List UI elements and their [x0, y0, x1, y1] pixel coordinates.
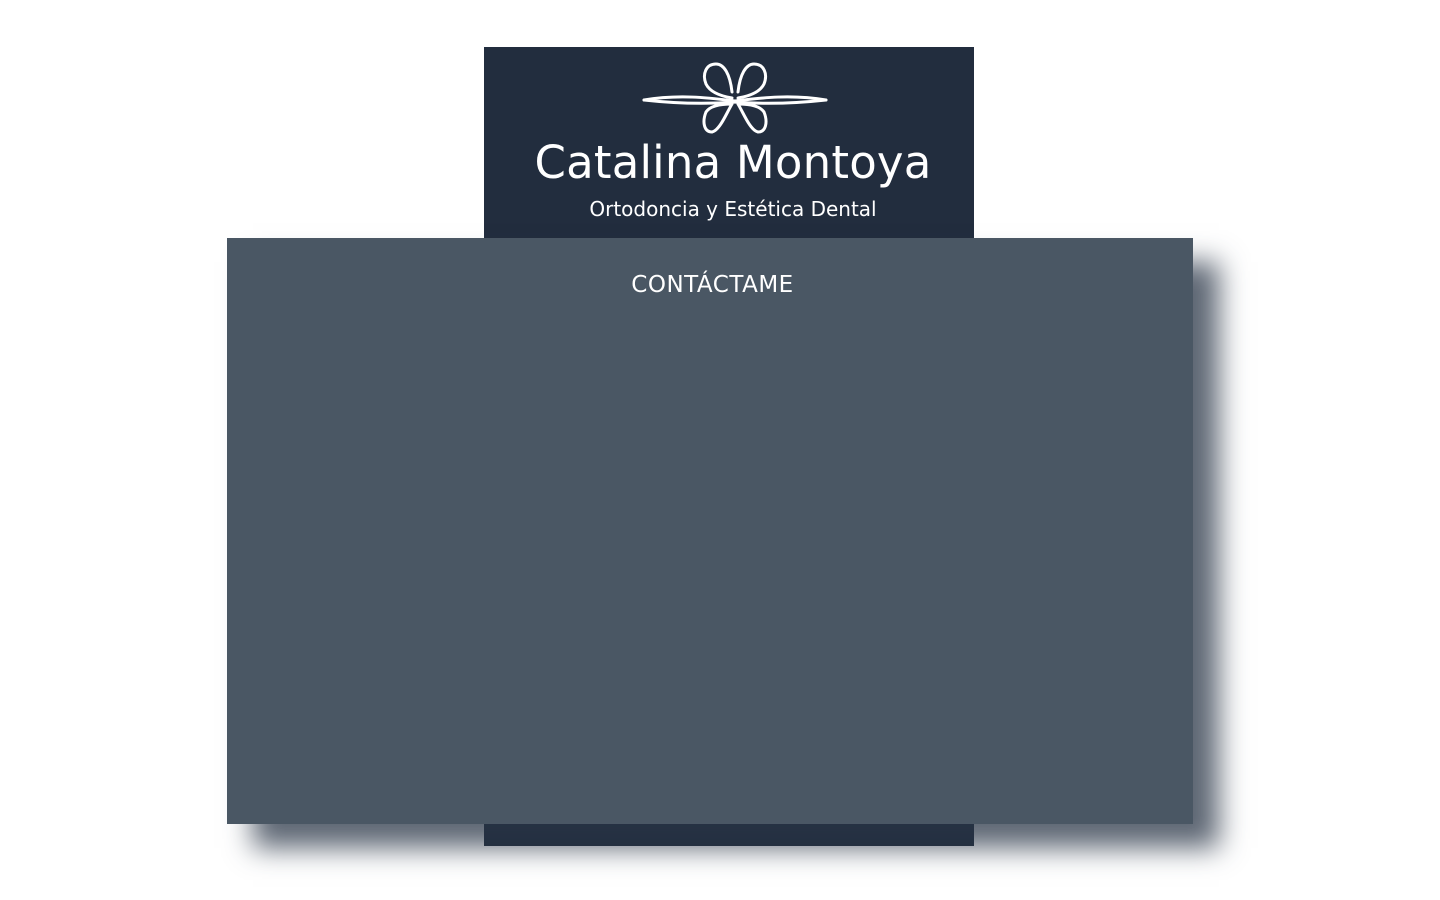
- page: Catalina Montoya Ortodoncia y Estética D…: [0, 0, 1440, 900]
- teeth-bow-icon: [642, 62, 828, 134]
- brand-tagline: Ortodoncia y Estética Dental: [589, 197, 877, 221]
- contact-title: CONTÁCTAME: [631, 272, 794, 298]
- brand-name: Catalina Montoya: [534, 136, 932, 189]
- contact-panel: CONTÁCTAME: [227, 238, 1193, 824]
